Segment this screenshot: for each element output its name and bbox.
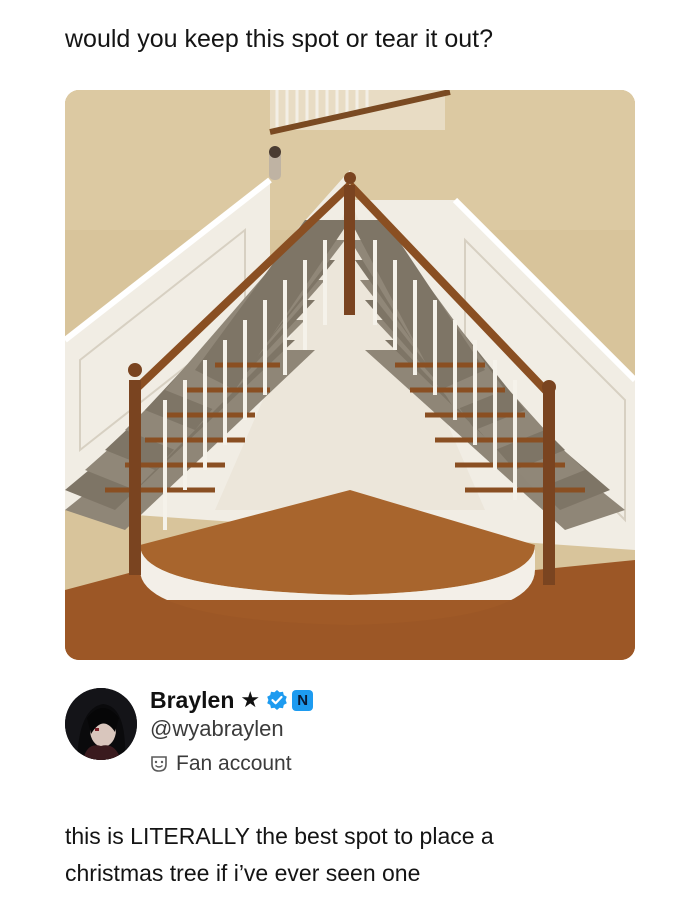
staircase-photo[interactable] [65,90,635,660]
tweet-line-2: christmas tree if i’ve ever seen one [65,860,421,886]
theater-mask-icon [151,756,167,772]
staircase-illustration [65,90,635,660]
star-icon: ★ [240,687,261,712]
n-logo-badge-icon: N [292,689,314,711]
tweet-text: this is LITERALLY the best spot to place… [65,818,665,892]
verified-badge-icon [267,690,287,710]
author-name-row: Braylen ★ N [150,684,314,716]
post-caption: would you keep this spot or tear it out? [65,25,494,53]
author-avatar[interactable] [65,688,137,760]
author-display-name[interactable]: Braylen [150,687,234,714]
tweet-line-1: this is LITERALLY the best spot to place… [65,823,494,849]
fan-account-label: Fan account [176,752,292,775]
account-label-row: Fan account [150,749,292,779]
avatar-image [65,688,137,760]
author-handle[interactable]: @wyabraylen [150,716,284,742]
